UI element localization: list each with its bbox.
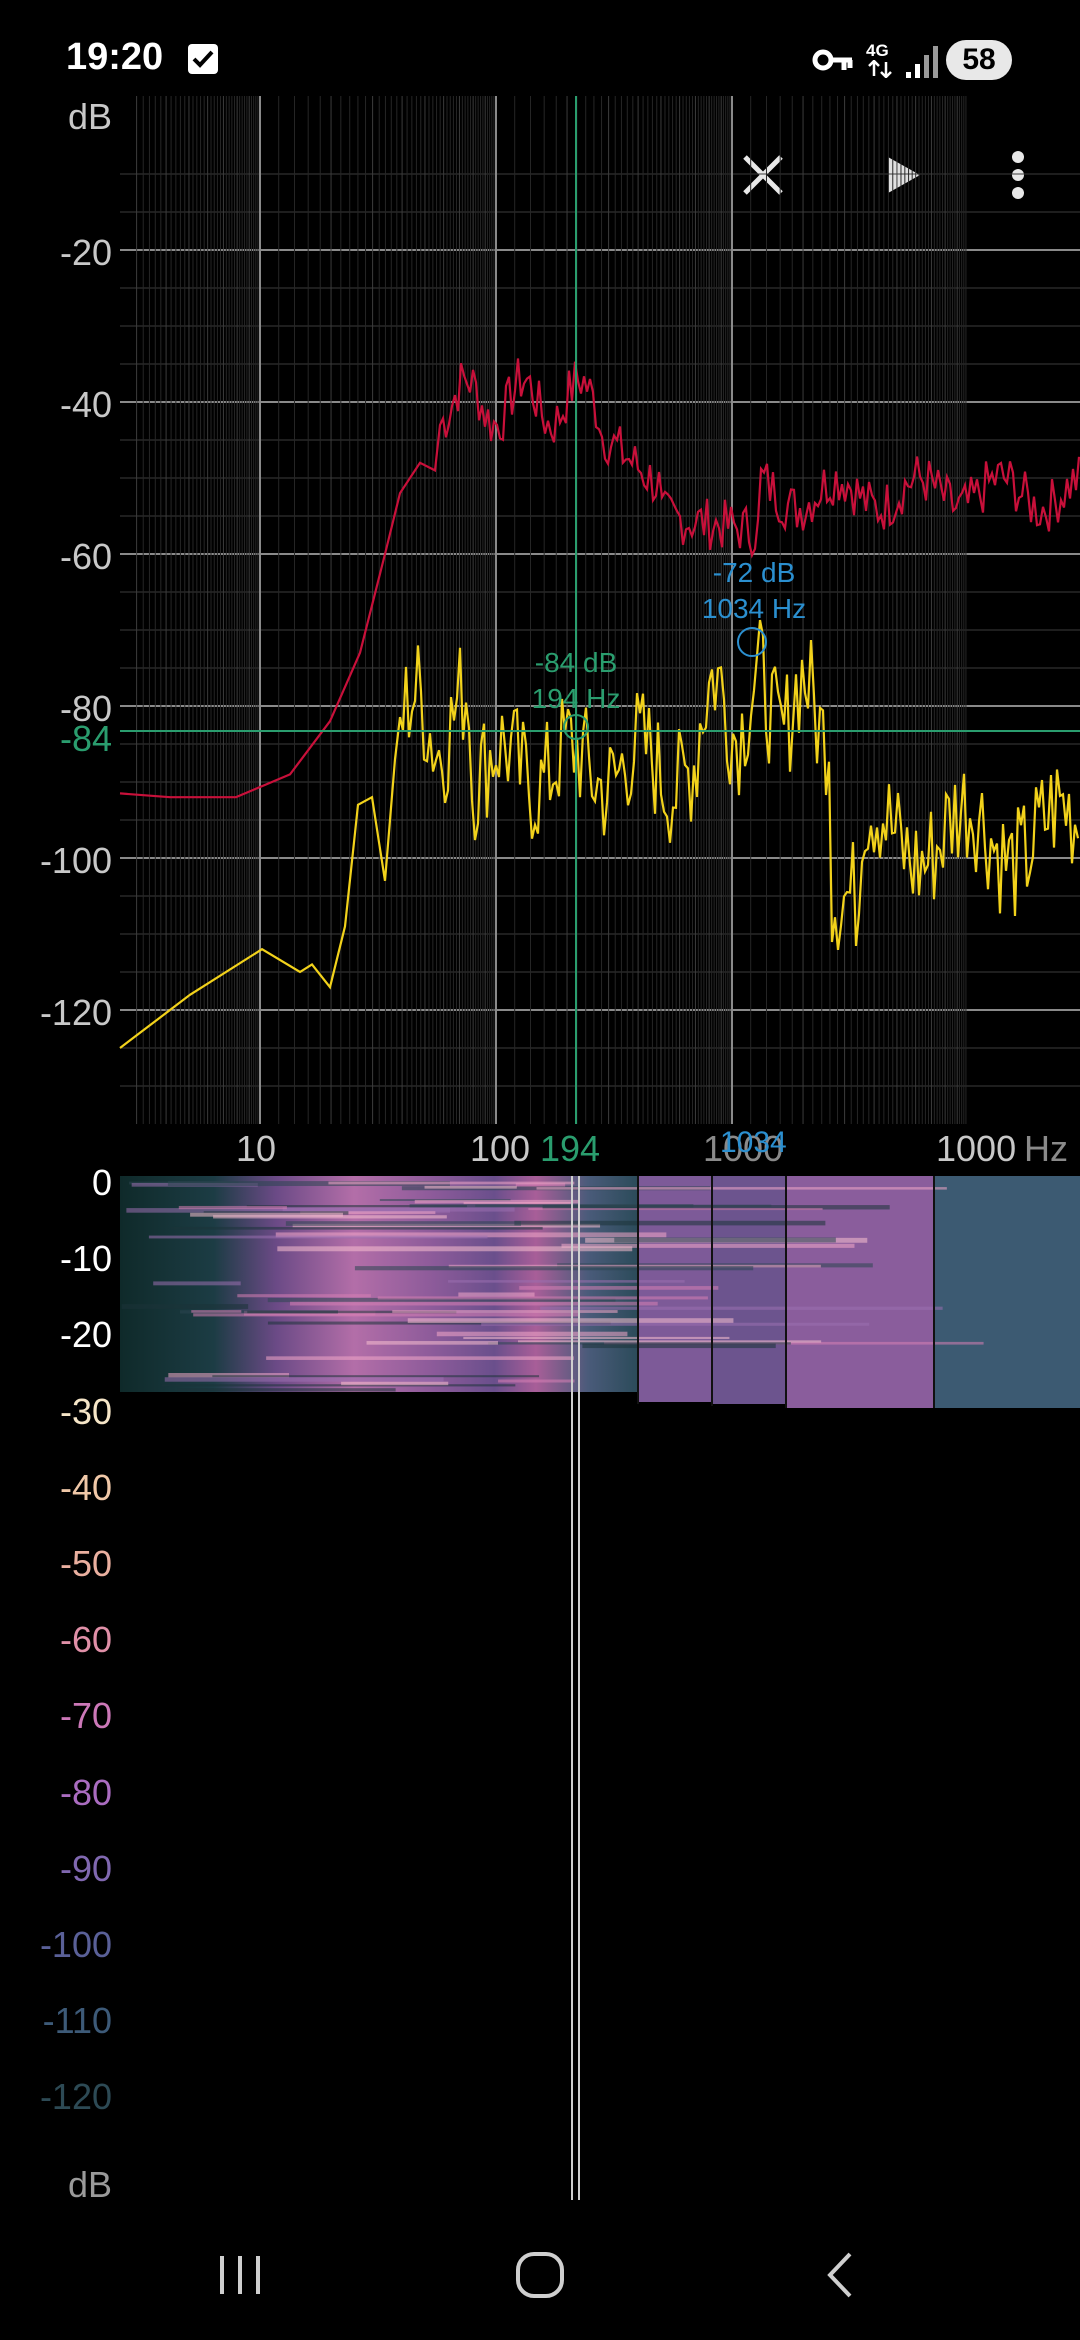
home-icon[interactable] (500, 2240, 580, 2310)
spectrogram-scale-tick: -10 (59, 1238, 112, 1280)
spectrogram-scale-tick: -50 (59, 1543, 112, 1584)
spectrum-plot[interactable]: -84 dB 194 Hz -72 dB 1034 Hz (0, 0, 1080, 2340)
cursor-db-readout: -84 dB (535, 647, 618, 678)
cursor-hz-readout: 194 Hz (532, 683, 621, 714)
recent-apps-icon[interactable] (200, 2240, 280, 2310)
peak-marker (737, 627, 767, 657)
spectrogram-scale-tick: -20 (59, 1314, 112, 1356)
spectrogram-scale-tick: -90 (59, 1847, 112, 1889)
spectrum-grid (120, 96, 1080, 1124)
spectrogram-scale-tick: -120 (39, 2076, 112, 2118)
spectrogram-scale-tick: -60 (59, 1619, 112, 1661)
spectrogram-scale-tick: -80 (59, 1771, 112, 1813)
spectrogram-scale-tick: 0 (91, 1162, 112, 1203)
spectrogram[interactable] (120, 1176, 1080, 1408)
spectrogram-scale-tick: -100 (39, 1924, 112, 1965)
spectrogram-scale-tick: -110 (42, 2000, 112, 2042)
spectrogram-scale-tick: -40 (59, 1466, 112, 1508)
navigation-bar (0, 2200, 1080, 2340)
peak-hz-readout: 1034 Hz (702, 593, 806, 624)
spectrogram-scale-tick: -70 (59, 1695, 112, 1737)
spectrogram-scale-tick: -30 (59, 1390, 112, 1432)
peak-db-readout: -72 dB (713, 557, 796, 588)
back-icon[interactable] (800, 2240, 880, 2310)
